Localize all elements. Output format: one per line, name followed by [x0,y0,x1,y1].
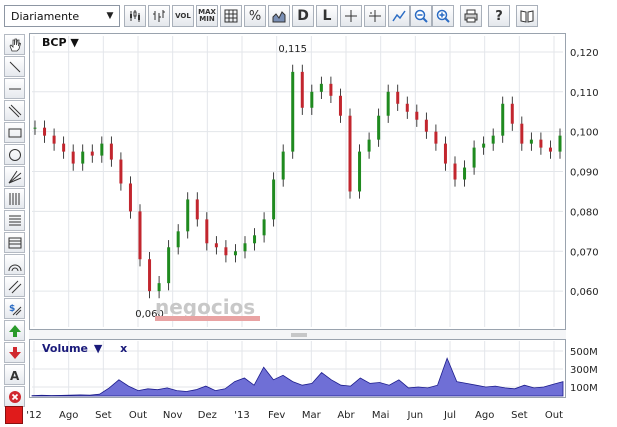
volume-title: Volume [42,342,88,355]
volume-chart-canvas: 500M 300M 100M [31,341,598,397]
remove-volume-button[interactable]: x [120,342,127,355]
volume-y-tick-label: 500M [570,347,598,358]
volume-y-tick-label: 100M [570,383,598,394]
volume-area [31,357,564,397]
caret-down-icon: ▼ [93,342,103,355]
volume-y-tick-label: 300M [570,365,598,376]
volume-indicator-menu[interactable]: Volume ▼ x [42,342,127,355]
